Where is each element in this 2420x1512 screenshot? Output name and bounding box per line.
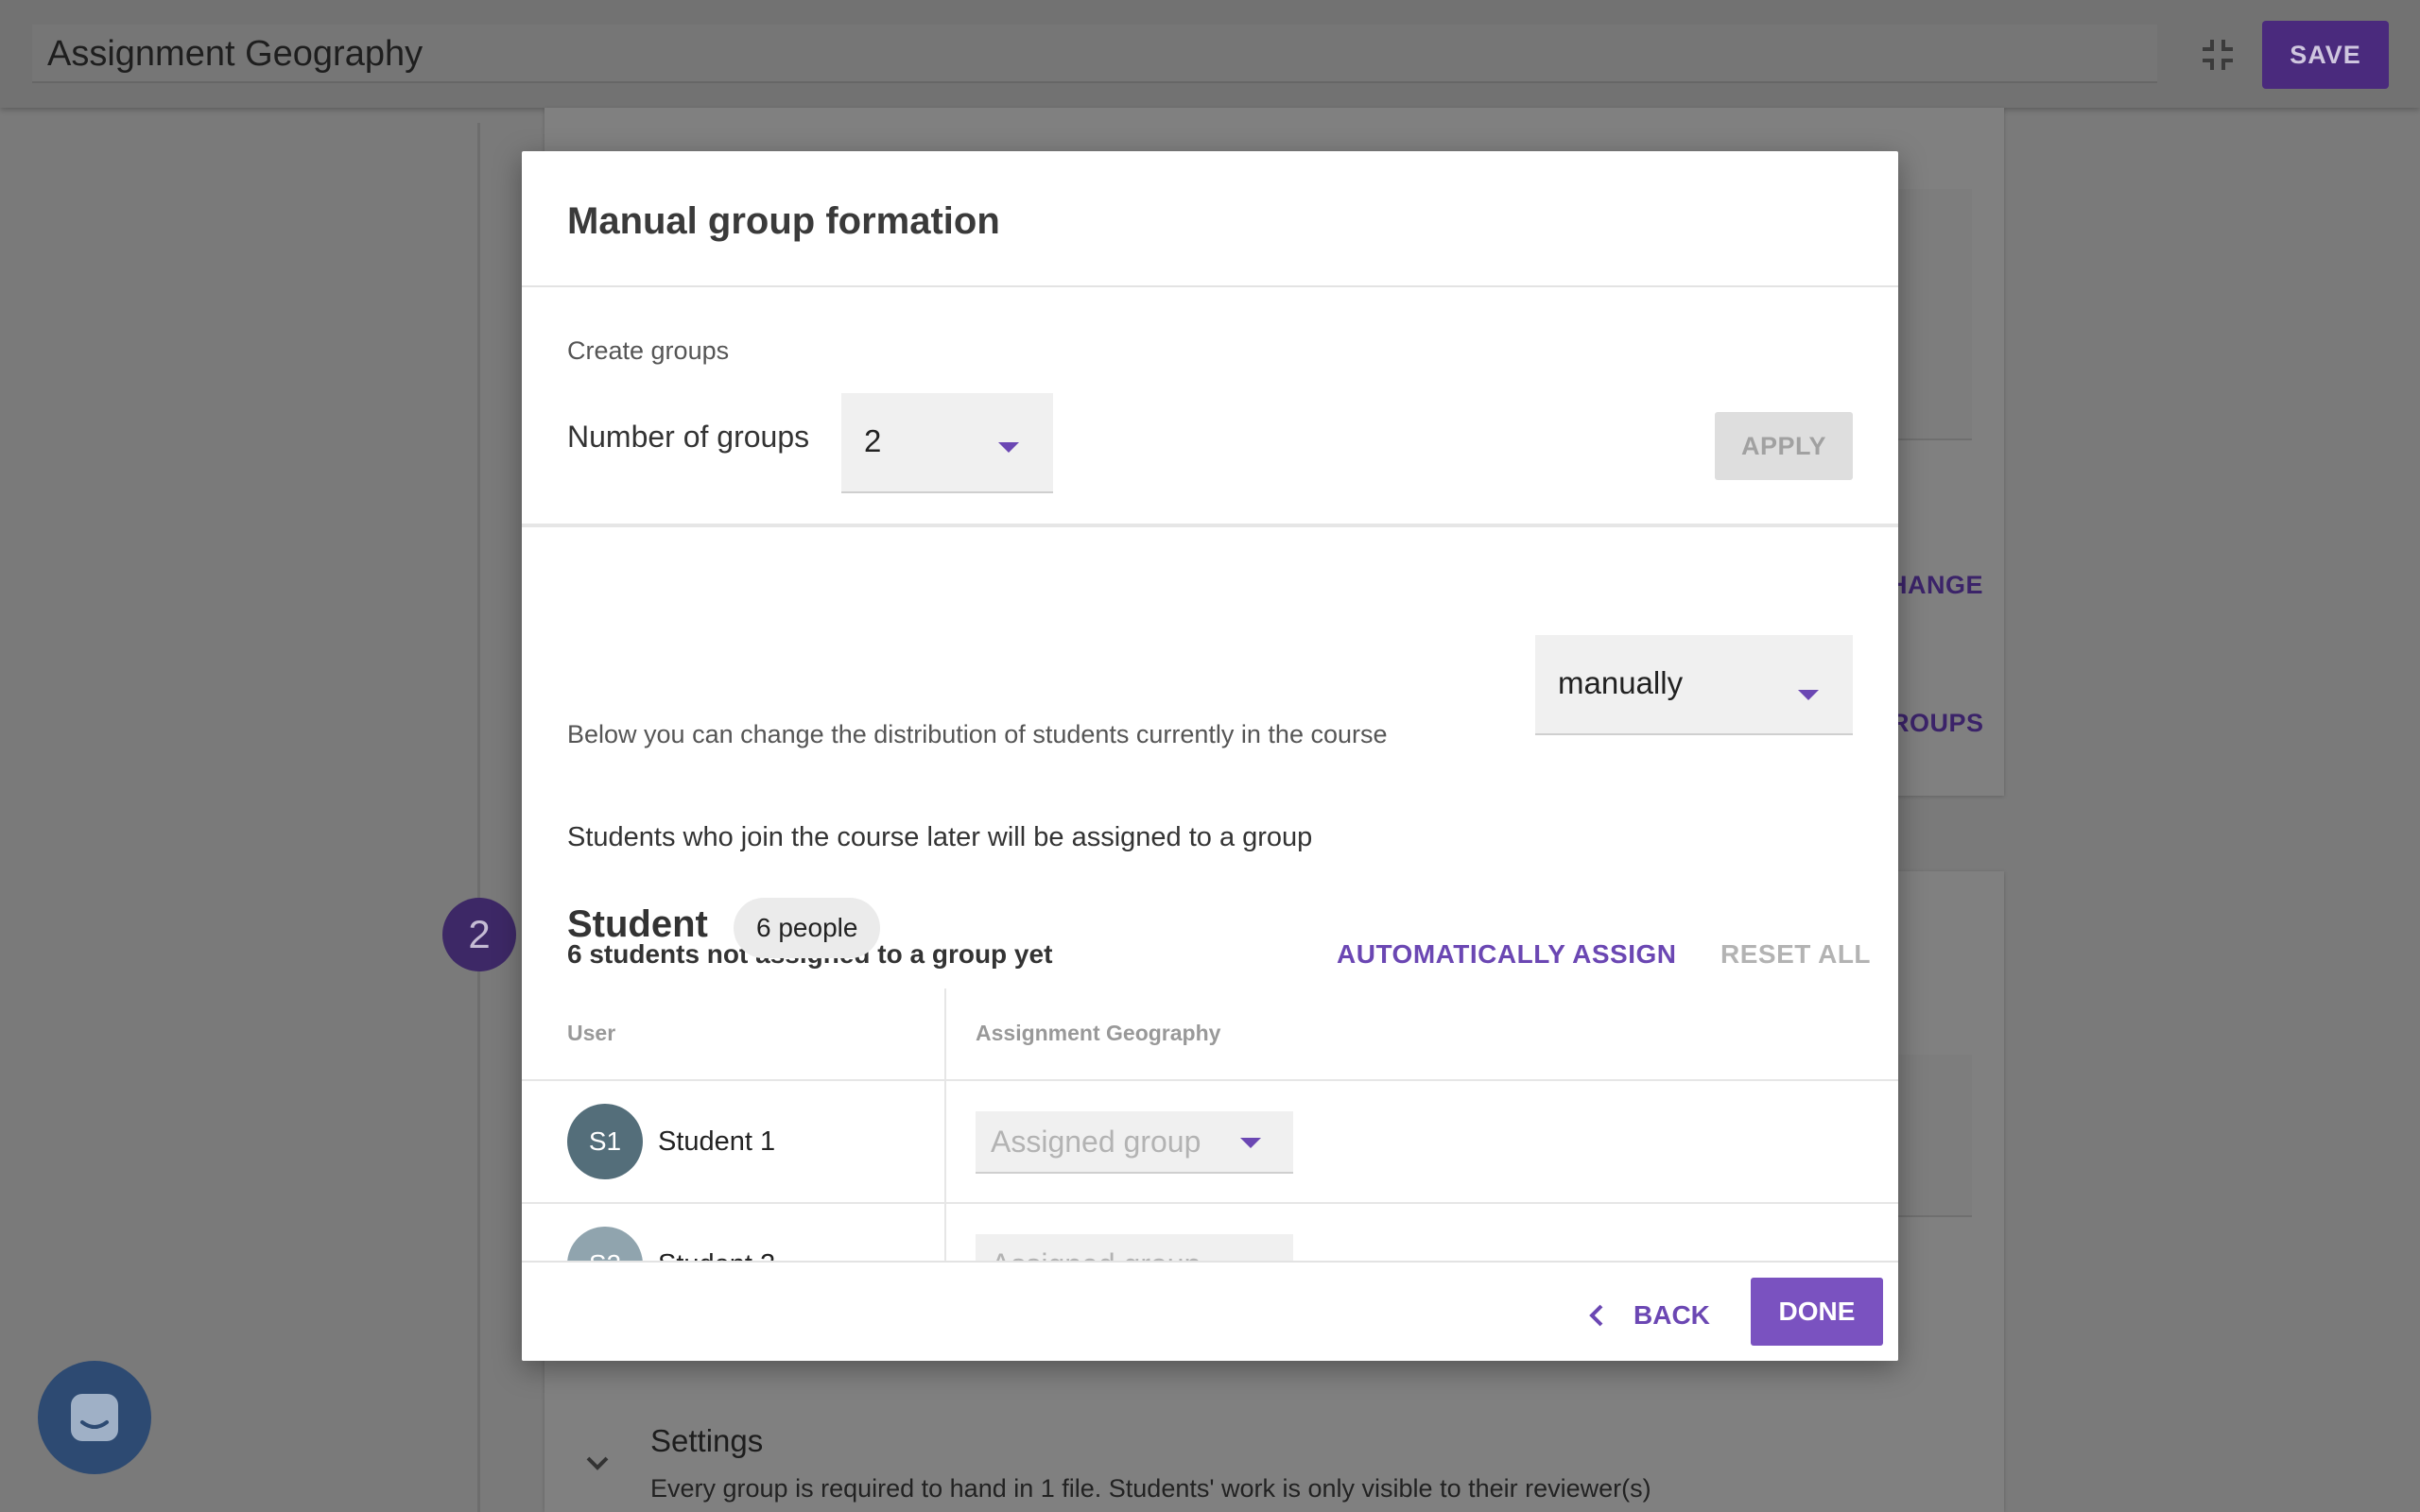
chat-launcher-button[interactable] [38,1361,151,1474]
distribution-caption: Below you can change the distribution of… [567,720,1388,748]
avatar: S1 [567,1104,643,1179]
timeline-rail [477,123,480,1512]
chevron-down-icon [998,442,1019,453]
table-row: S1 Student 1 Assigned group [522,1081,1898,1204]
save-button[interactable]: SAVE [2262,21,2389,89]
join-later-value: manually [1558,665,1684,700]
people-count-badge: 6 people [734,898,881,958]
assigned-group-placeholder: Assigned group [991,1125,1201,1159]
chat-icon [71,1394,118,1441]
table-header: User Assignment Geography [522,988,1898,1081]
student-rows: S1 Student 1 Assigned group S2 Student 2… [522,1081,1898,1261]
groups-link[interactable]: ROUPS [1891,709,1984,738]
table-row: S2 Student 2 Assigned group [522,1204,1898,1261]
create-groups-caption: Create groups [567,336,730,365]
join-later-select[interactable]: manually [1535,635,1853,735]
assigned-group-select[interactable]: Assigned group [976,1111,1293,1174]
change-link[interactable]: HANGE [1889,571,1983,600]
assigned-group-placeholder: Assigned group [991,1247,1201,1261]
dialog-footer: BACK DONE [522,1261,1898,1361]
column-header-user: User [567,1021,616,1045]
chevron-down-icon[interactable] [580,1446,614,1480]
chevron-down-icon [1798,690,1819,700]
chevron-down-icon [1240,1138,1261,1148]
settings-description: Every group is required to hand in 1 fil… [650,1474,1651,1503]
automatically-assign-button[interactable]: AUTOMATICALLY ASSIGN [1337,939,1677,970]
student-name: Student 2 [658,1249,775,1261]
number-of-groups-select[interactable]: 2 [841,393,1053,493]
join-later-label: Students who join the course later will … [567,822,1313,852]
back-button[interactable]: BACK [1581,1281,1710,1349]
done-button[interactable]: DONE [1751,1278,1883,1346]
dialog-title: Manual group formation [567,200,1000,242]
avatar: S2 [567,1227,643,1261]
chevron-left-icon [1589,1304,1603,1327]
number-of-groups-value: 2 [864,423,882,458]
column-header-assignment: Assignment Geography [976,1021,1221,1045]
reset-all-button[interactable]: RESET ALL [1720,939,1871,970]
assigned-group-select[interactable]: Assigned group [976,1234,1293,1261]
back-label: BACK [1634,1300,1710,1330]
app-header: Assignment Geography SAVE [0,0,2420,108]
number-of-groups-label: Number of groups [567,420,810,454]
student-name: Student 1 [658,1126,776,1157]
create-groups-section: Create groups Number of groups 2 [522,287,1898,527]
step-number-badge: 2 [442,898,516,971]
settings-title: Settings [650,1423,764,1458]
role-title: Student [567,903,708,945]
manual-group-formation-dialog: Manual group formation Create groups Num… [522,151,1898,1361]
assignment-title-input[interactable]: Assignment Geography [32,25,2157,83]
collapse-icon[interactable] [2199,36,2237,74]
apply-button[interactable]: APPLY [1715,412,1853,480]
dialog-header: Manual group formation [522,151,1898,287]
